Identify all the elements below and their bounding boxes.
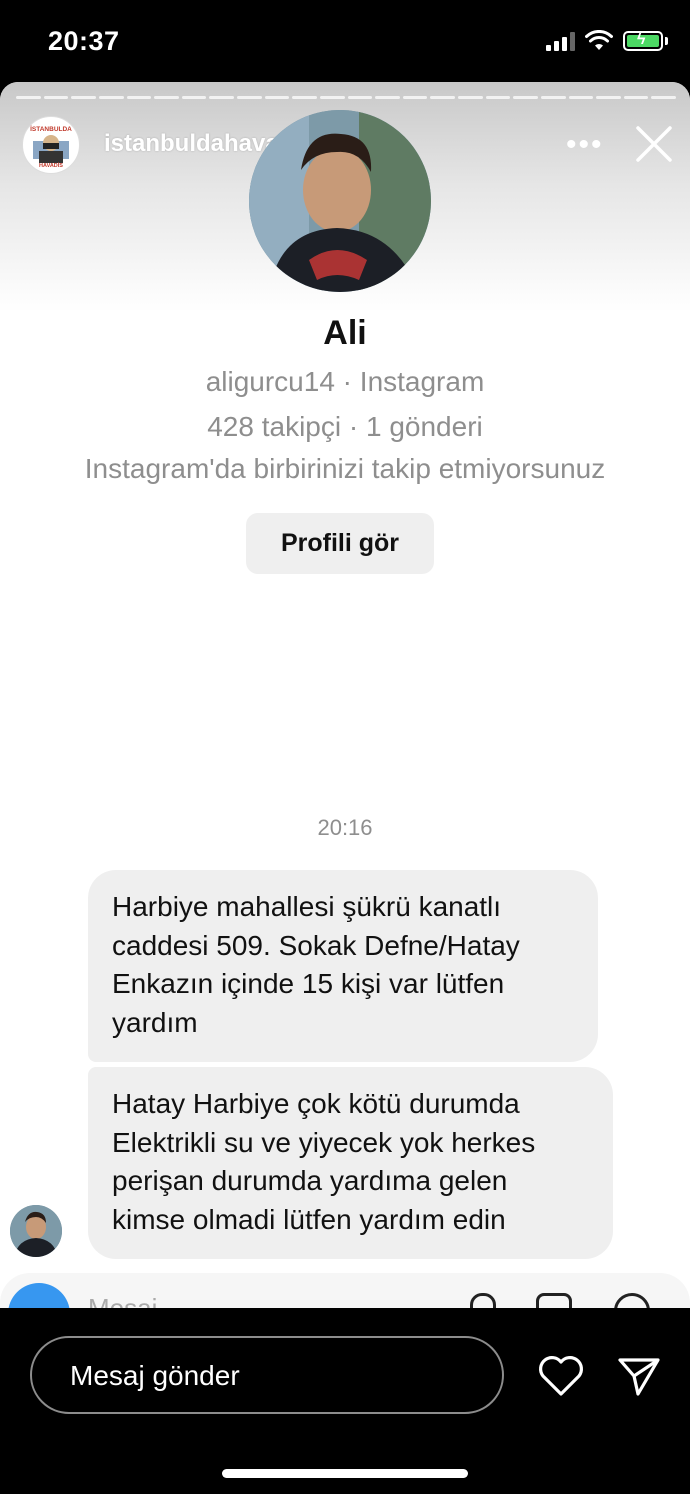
message-line: kimse olmadi lütfen yardım edin (112, 1203, 506, 1235)
story-progress-segment (347, 96, 373, 99)
status-time: 20:37 (48, 26, 120, 56)
profile-photo[interactable] (249, 110, 431, 292)
story-progress-segment (568, 96, 594, 99)
profile-photo-image (249, 110, 431, 292)
story-progress-segment (402, 96, 428, 99)
story-progress-segment (485, 96, 511, 99)
dm-composer-placeholder: Mesaj... (88, 1293, 180, 1308)
story-progress-segment (209, 96, 234, 99)
message-timestamp: 20:16 (317, 815, 373, 840)
battery-icon: ϟ (623, 31, 663, 51)
story-progress-segment (71, 96, 96, 99)
story-progress-segment (292, 96, 317, 99)
message-line: Enkazın içinde 15 kişi var lütfen (112, 968, 505, 999)
message-line: Hatay Harbiye çok kötü durumda (112, 1088, 520, 1119)
story-progress-segment (126, 96, 152, 99)
story-progress-segment (16, 96, 41, 99)
story-progress-bar (16, 96, 676, 99)
message-line: caddesi 509. Sokak Defne/Hatay (112, 929, 520, 961)
reply-input-wrapper[interactable] (30, 1336, 504, 1414)
story-progress-segment (43, 96, 69, 99)
story-progress-segment (375, 96, 400, 99)
send-message-input[interactable] (68, 1338, 492, 1414)
send-icon[interactable] (616, 1354, 662, 1398)
story-progress-segment (540, 96, 566, 99)
message-line: perişan durumda yardıma gelen (112, 1165, 508, 1196)
story-progress-segment (98, 96, 124, 99)
profile-handle: aligurcu14 · Instagram (205, 366, 485, 397)
story-progress-segment (513, 96, 538, 99)
story-progress-segment (237, 96, 262, 99)
avatar-logo-icon: İSTANBULDA HAVADİS (24, 118, 78, 172)
dm-composer-peek: Mesaj... (0, 1273, 690, 1308)
gallery-icon[interactable] (536, 1293, 572, 1308)
heart-icon[interactable] (537, 1354, 585, 1398)
wifi-icon (585, 30, 613, 50)
profile-stats: 428 takipçi · 1 gönderi (207, 411, 483, 442)
story-progress-segment (264, 96, 290, 99)
story-progress-segment (596, 96, 621, 99)
story-progress-segment (623, 96, 649, 99)
close-icon[interactable] (632, 122, 676, 166)
story-progress-segment (154, 96, 179, 99)
status-bar: 20:37 ϟ (0, 0, 690, 82)
story-card: İSTANBULDA HAVADİS istanbuldahavadis 14d… (0, 82, 690, 1308)
message-bubble[interactable]: Harbiye mahallesi şükrü kanatlı caddesi … (88, 870, 598, 1062)
camera-icon[interactable] (8, 1283, 70, 1308)
story-author-avatar[interactable]: İSTANBULDA HAVADİS (22, 116, 80, 174)
profile-name: Ali (323, 314, 367, 352)
story-progress-segment (458, 96, 483, 99)
view-profile-button[interactable]: Profili gör (246, 513, 434, 574)
more-options-icon[interactable]: ••• (566, 128, 604, 162)
home-indicator[interactable] (222, 1469, 468, 1478)
battery-tip (665, 37, 668, 45)
story-progress-segment (319, 96, 345, 99)
story-progress-segment (430, 96, 455, 99)
message-line: yardım (112, 1006, 198, 1038)
follow-status-note: Instagram'da birbirinizi takip etmiyorsu… (84, 453, 606, 484)
avatar-logo-text-top: İSTANBULDA (30, 125, 72, 133)
story-progress-segment (181, 96, 207, 99)
story-progress-segment (651, 96, 676, 99)
cellular-signal-icon (546, 31, 575, 51)
status-icons: ϟ (546, 30, 668, 52)
message-bubble[interactable]: Hatay Harbiye çok kötü durumda Elektrikl… (88, 1067, 613, 1259)
avatar-logo-text-bottom: HAVADİS (39, 162, 63, 169)
sender-avatar-image (10, 1205, 62, 1257)
sticker-icon[interactable] (614, 1293, 650, 1308)
sender-avatar[interactable] (10, 1205, 62, 1257)
message-line: Harbiye mahallesi şükrü kanatlı (112, 891, 502, 922)
microphone-icon[interactable] (470, 1293, 496, 1308)
message-line: Elektrikli su ve yiyecek yok herkes (112, 1126, 536, 1158)
